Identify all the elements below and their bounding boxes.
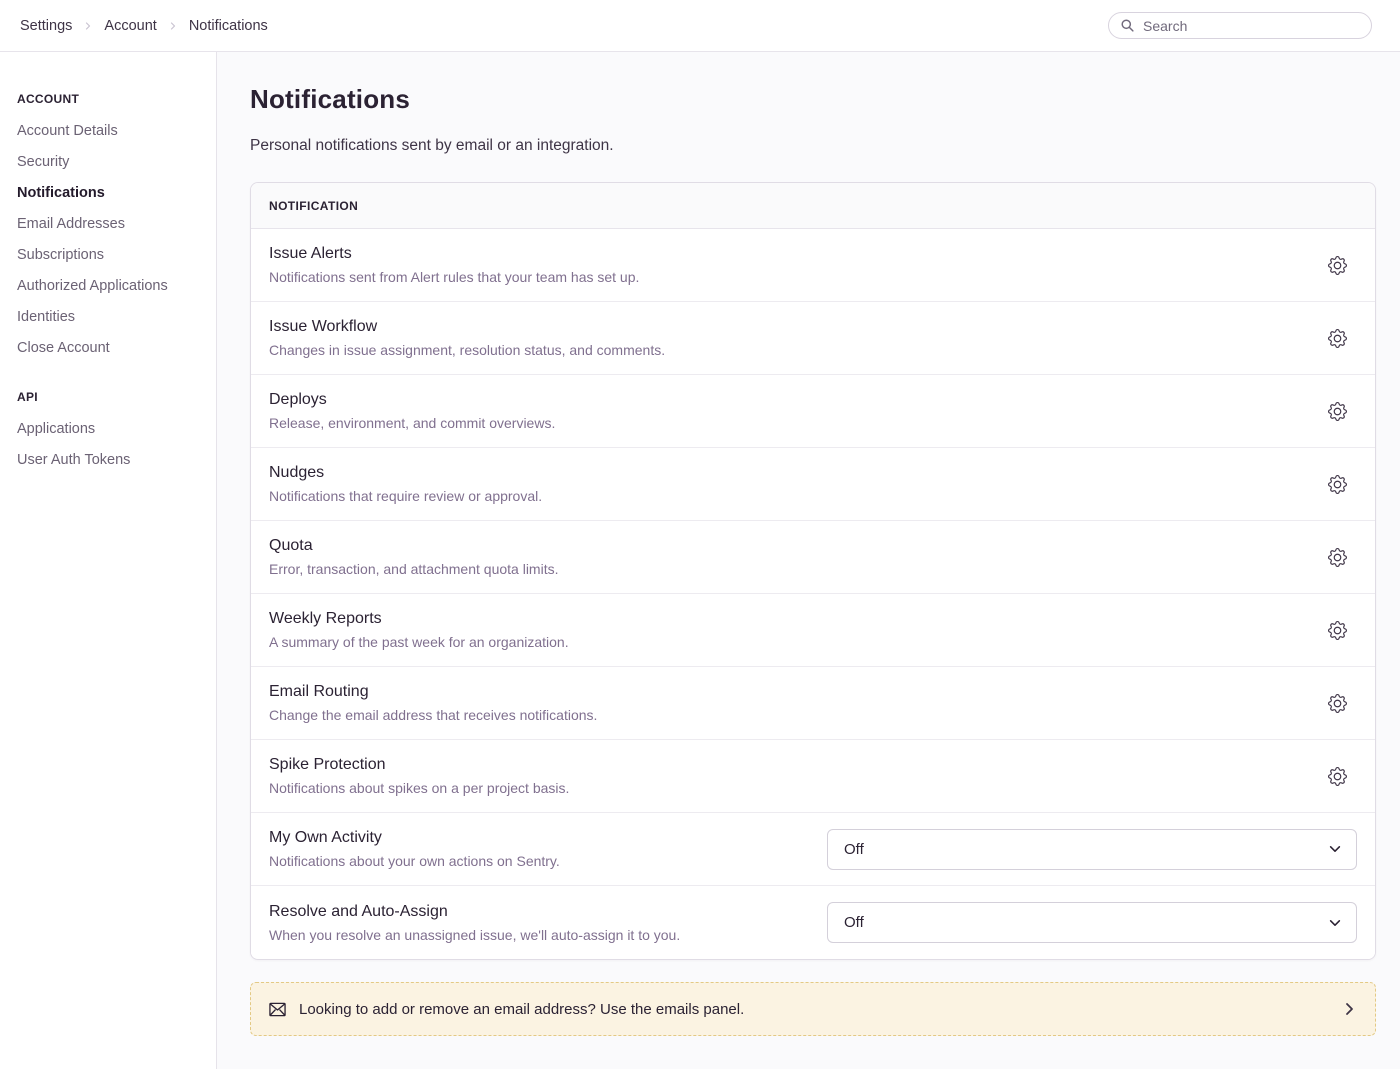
row-description: A summary of the past week for an organi…: [269, 634, 569, 650]
row-title: Deploys: [269, 391, 555, 409]
notification-row: Issue Workflow Changes in issue assignme…: [251, 302, 1375, 375]
sidebar-item-security[interactable]: Security: [17, 146, 202, 177]
row-select[interactable]: Off: [827, 829, 1357, 870]
sidebar-item-user-auth-tokens[interactable]: User Auth Tokens: [17, 444, 202, 475]
chevron-right-icon: [82, 20, 94, 32]
notification-row: Weekly Reports A summary of the past wee…: [251, 594, 1375, 667]
row-text: Issue Workflow Changes in issue assignme…: [269, 318, 665, 358]
row-text: Spike Protection Notifications about spi…: [269, 756, 569, 796]
panel-header: NOTIFICATION: [251, 183, 1375, 229]
notifications-panel: NOTIFICATION Issue Alerts Notifications …: [250, 182, 1376, 960]
gear-icon: [1328, 694, 1347, 713]
row-select[interactable]: Off: [827, 902, 1357, 943]
breadcrumb-item-settings[interactable]: Settings: [20, 18, 72, 34]
row-description: Release, environment, and commit overvie…: [269, 415, 555, 431]
row-title: Email Routing: [269, 683, 597, 701]
row-description: Notifications sent from Alert rules that…: [269, 269, 639, 285]
row-settings-button[interactable]: [1324, 617, 1351, 644]
sidebar-section-title: API: [17, 390, 202, 404]
row-description: Error, transaction, and attachment quota…: [269, 561, 558, 577]
row-text: Deploys Release, environment, and commit…: [269, 391, 555, 431]
row-text: Nudges Notifications that require review…: [269, 464, 542, 504]
search-input[interactable]: [1108, 12, 1372, 39]
row-title: Nudges: [269, 464, 542, 482]
page-description: Personal notifications sent by email or …: [250, 137, 1376, 155]
sidebar-item-close-account[interactable]: Close Account: [17, 332, 202, 363]
row-description: Notifications about your own actions on …: [269, 853, 560, 869]
settings-sidebar: ACCOUNT Account Details Security Notific…: [0, 52, 217, 1069]
sidebar-item-subscriptions[interactable]: Subscriptions: [17, 239, 202, 270]
page-title: Notifications: [250, 84, 1376, 115]
gear-icon: [1328, 329, 1347, 348]
notification-row: Spike Protection Notifications about spi…: [251, 740, 1375, 813]
row-settings-button[interactable]: [1324, 398, 1351, 425]
row-text: My Own Activity Notifications about your…: [269, 829, 560, 869]
row-description: Changes in issue assignment, resolution …: [269, 342, 665, 358]
row-description: When you resolve an unassigned issue, we…: [269, 927, 680, 943]
row-text: Email Routing Change the email address t…: [269, 683, 597, 723]
row-title: Quota: [269, 537, 558, 555]
gear-icon: [1328, 256, 1347, 275]
emails-panel-alert[interactable]: Looking to add or remove an email addres…: [250, 982, 1376, 1036]
search-field[interactable]: [1141, 17, 1359, 35]
notification-row: Issue Alerts Notifications sent from Ale…: [251, 229, 1375, 302]
row-settings-button[interactable]: [1324, 471, 1351, 498]
row-text: Issue Alerts Notifications sent from Ale…: [269, 245, 639, 285]
row-settings-button[interactable]: [1324, 690, 1351, 717]
notification-row: Quota Error, transaction, and attachment…: [251, 521, 1375, 594]
sidebar-section: ACCOUNT Account Details Security Notific…: [17, 92, 202, 363]
chevron-right-icon: [167, 20, 179, 32]
main-content: Notifications Personal notifications sen…: [217, 52, 1400, 1069]
sidebar-item-email-addresses[interactable]: Email Addresses: [17, 208, 202, 239]
sidebar-item-applications[interactable]: Applications: [17, 413, 202, 444]
row-description: Change the email address that receives n…: [269, 707, 597, 723]
gear-icon: [1328, 767, 1347, 786]
notification-row: Email Routing Change the email address t…: [251, 667, 1375, 740]
row-settings-button[interactable]: [1324, 325, 1351, 352]
breadcrumb: Settings Account Notifications: [20, 18, 268, 34]
sidebar-item-account-details[interactable]: Account Details: [17, 115, 202, 146]
sidebar-item-notifications[interactable]: Notifications: [17, 177, 202, 208]
sidebar-list: Account Details Security Notifications E…: [17, 115, 202, 363]
row-description: Notifications that require review or app…: [269, 488, 542, 504]
select-value: Off: [844, 914, 864, 931]
chevron-down-icon: [1328, 842, 1342, 856]
breadcrumb-item-notifications[interactable]: Notifications: [189, 18, 268, 34]
row-title: Issue Workflow: [269, 318, 665, 336]
sidebar-item-identities[interactable]: Identities: [17, 301, 202, 332]
alert-text: Looking to add or remove an email addres…: [299, 1001, 744, 1018]
row-settings-button[interactable]: [1324, 763, 1351, 790]
row-description: Notifications about spikes on a per proj…: [269, 780, 569, 796]
gear-icon: [1328, 475, 1347, 494]
breadcrumb-item-account[interactable]: Account: [104, 18, 156, 34]
row-title: Resolve and Auto-Assign: [269, 903, 680, 921]
row-text: Resolve and Auto-Assign When you resolve…: [269, 903, 680, 943]
row-title: Issue Alerts: [269, 245, 639, 263]
row-title: Weekly Reports: [269, 610, 569, 628]
select-value: Off: [844, 841, 864, 858]
notification-row: Nudges Notifications that require review…: [251, 448, 1375, 521]
gear-icon: [1328, 402, 1347, 421]
row-title: Spike Protection: [269, 756, 569, 774]
notification-row: Resolve and Auto-Assign When you resolve…: [251, 886, 1375, 959]
row-settings-button[interactable]: [1324, 544, 1351, 571]
envelope-icon: [269, 1002, 286, 1017]
row-text: Quota Error, transaction, and attachment…: [269, 537, 558, 577]
top-bar: Settings Account Notifications: [0, 0, 1400, 52]
sidebar-section-title: ACCOUNT: [17, 92, 202, 106]
notification-rows: Issue Alerts Notifications sent from Ale…: [251, 229, 1375, 959]
chevron-right-icon: [1341, 1001, 1357, 1017]
row-text: Weekly Reports A summary of the past wee…: [269, 610, 569, 650]
sidebar-section: API Applications User Auth Tokens: [17, 390, 202, 475]
notification-row: My Own Activity Notifications about your…: [251, 813, 1375, 886]
sidebar-list: Applications User Auth Tokens: [17, 413, 202, 475]
notification-row: Deploys Release, environment, and commit…: [251, 375, 1375, 448]
gear-icon: [1328, 548, 1347, 567]
gear-icon: [1328, 621, 1347, 640]
row-settings-button[interactable]: [1324, 252, 1351, 279]
sidebar-item-authorized-applications[interactable]: Authorized Applications: [17, 270, 202, 301]
search-icon: [1121, 19, 1134, 32]
row-title: My Own Activity: [269, 829, 560, 847]
chevron-down-icon: [1328, 916, 1342, 930]
